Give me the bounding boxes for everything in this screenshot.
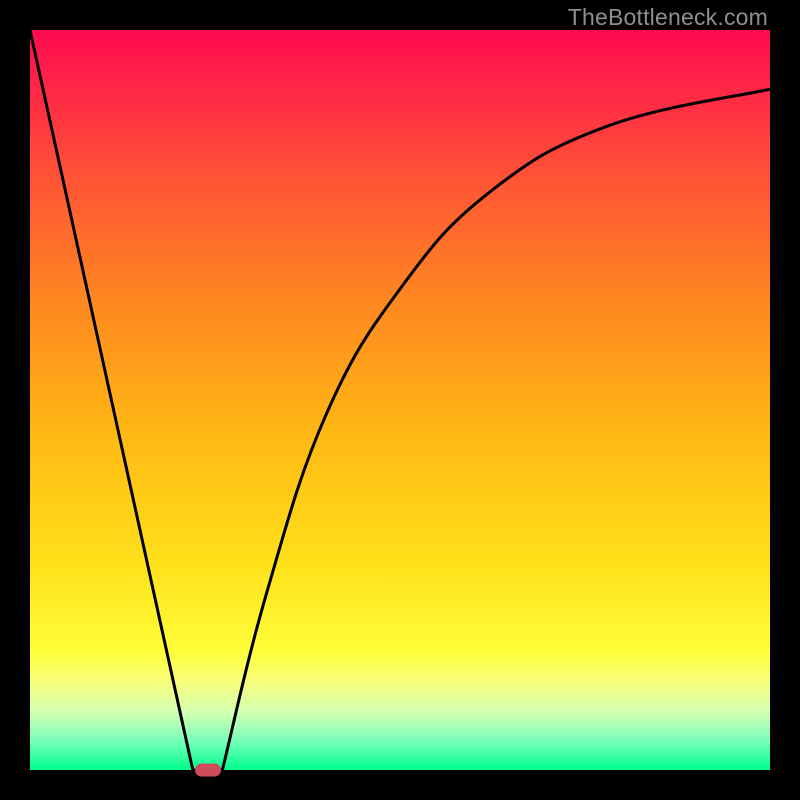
plot-area xyxy=(30,30,770,770)
watermark-text: TheBottleneck.com xyxy=(568,4,768,31)
chart-container: TheBottleneck.com xyxy=(0,0,800,800)
minimum-marker xyxy=(195,764,221,777)
bottleneck-curve xyxy=(30,30,770,770)
curve-svg xyxy=(30,30,770,770)
